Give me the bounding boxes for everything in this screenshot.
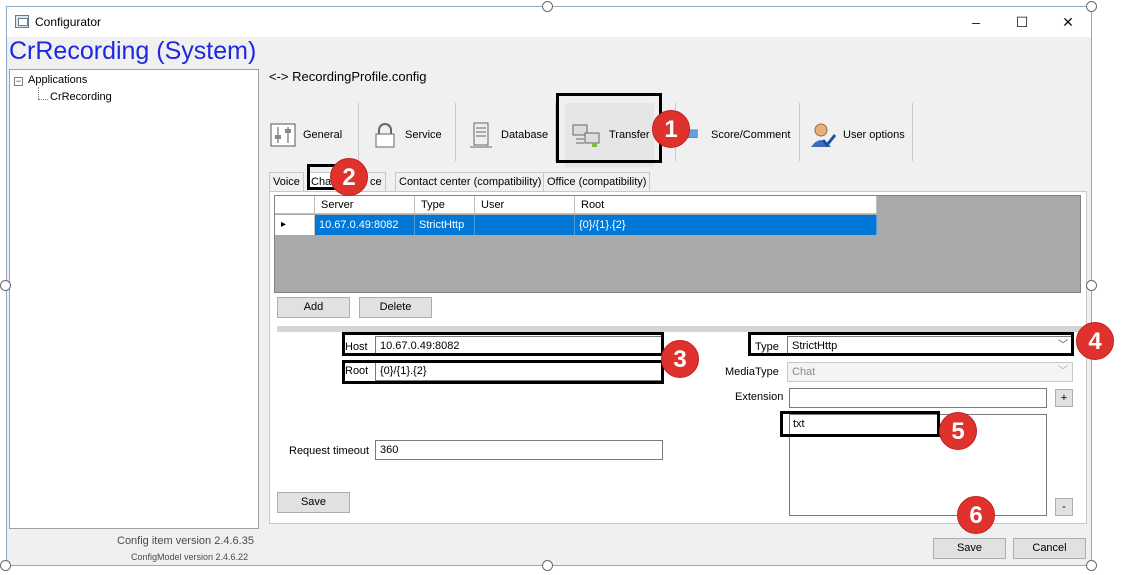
resize-handle[interactable]: [1086, 280, 1097, 291]
tab-database[interactable]: Database: [463, 103, 552, 167]
add-extension-button[interactable]: +: [1055, 389, 1073, 407]
subtab-contact-center[interactable]: Contact center (compatibility): [395, 172, 546, 192]
resize-handle[interactable]: [0, 560, 11, 571]
close-button[interactable]: ✕: [1045, 7, 1091, 37]
row-indicator-icon[interactable]: ▸: [275, 215, 315, 235]
minimize-button[interactable]: –: [953, 7, 999, 37]
extension-label: Extension: [735, 391, 784, 403]
resize-handle[interactable]: [542, 1, 553, 12]
transfer-servers-grid[interactable]: Server Type User Root ▸ 10.67.0.49:8082 …: [274, 195, 1081, 293]
highlight-box-host: [342, 332, 664, 356]
tab-separator: [799, 103, 800, 161]
tab-separator: [358, 103, 359, 161]
resize-handle[interactable]: [1086, 1, 1097, 12]
request-timeout-label: Request timeout: [289, 445, 370, 457]
tab-general[interactable]: General: [265, 103, 346, 167]
tab-user-options[interactable]: User options: [805, 103, 909, 167]
tab-label: General: [303, 129, 343, 141]
user-check-icon: [811, 123, 837, 148]
add-button[interactable]: Add: [277, 297, 350, 318]
config-model-version: ConfigModel version 2.4.6.22: [131, 552, 249, 562]
tab-separator: [455, 103, 456, 161]
tab-separator: [912, 103, 913, 161]
window-title: Configurator: [35, 15, 102, 29]
tree-node-applications[interactable]: Applications: [28, 74, 87, 86]
annotation-badge-5: 5: [939, 412, 977, 450]
media-type-select: Chat ﹀: [787, 362, 1073, 382]
grid-column-header[interactable]: Server: [315, 196, 415, 214]
delete-button[interactable]: Delete: [359, 297, 432, 318]
collapse-icon[interactable]: −: [14, 77, 23, 86]
tab-score-comment[interactable]: Score/Comment: [683, 103, 794, 167]
subtab-office[interactable]: Office (compatibility): [543, 172, 651, 192]
cancel-button[interactable]: Cancel: [1013, 538, 1086, 559]
grid-cell-server[interactable]: 10.67.0.49:8082: [315, 215, 415, 235]
annotation-badge-1: 1: [652, 110, 690, 148]
highlight-box-transfer: [556, 93, 662, 163]
subtab-voice[interactable]: Voice: [269, 172, 304, 192]
tree-connector: [38, 99, 48, 100]
grid-cell-root[interactable]: {0}/{1}.{2}: [575, 215, 877, 235]
tab-label: Database: [501, 129, 549, 141]
highlight-box-extension: [780, 411, 940, 437]
app-heading: CrRecording (System): [9, 37, 257, 65]
highlight-box-root: [342, 360, 664, 384]
annotation-badge-2: 2: [330, 158, 368, 196]
annotation-badge-3: 3: [661, 340, 699, 378]
extension-input[interactable]: [789, 388, 1047, 408]
tab-label: Service: [405, 129, 442, 141]
server-icon: [470, 122, 492, 148]
grid-cell-type[interactable]: StrictHttp: [415, 215, 475, 235]
lock-icon: [375, 123, 395, 148]
media-type-label: MediaType: [725, 366, 779, 378]
tab-label: User options: [843, 129, 905, 141]
sliders-icon: [270, 123, 296, 147]
breadcrumb: <-> RecordingProfile.config: [269, 69, 427, 84]
save-button[interactable]: Save: [933, 538, 1006, 559]
config-item-version: Config item version 2.4.6.35: [117, 535, 254, 547]
subtab-ce[interactable]: ce: [367, 172, 386, 192]
tree-node-crrecording[interactable]: CrRecording: [50, 91, 112, 103]
grid-row-header-corner: [275, 196, 315, 214]
resize-handle[interactable]: [1086, 560, 1097, 571]
highlight-box-type: [748, 332, 1074, 356]
annotation-badge-6: 6: [957, 496, 995, 534]
media-type-value: Chat: [792, 366, 816, 378]
app-icon: [15, 15, 29, 28]
maximize-button[interactable]: ☐: [999, 7, 1045, 37]
navigation-tree: − Applications CrRecording: [9, 69, 259, 529]
tab-label: Score/Comment: [711, 129, 791, 141]
grid-column-header[interactable]: Root: [575, 196, 877, 214]
remove-extension-button[interactable]: -: [1055, 498, 1073, 516]
resize-handle[interactable]: [542, 560, 553, 571]
configurator-window: Configurator – ☐ ✕ CrRecording (System) …: [6, 6, 1092, 566]
tab-service[interactable]: Service: [367, 103, 446, 167]
tree-connector: [38, 87, 39, 99]
annotation-badge-4: 4: [1076, 322, 1114, 360]
chevron-down-icon: ﹀: [1058, 366, 1068, 377]
resize-handle[interactable]: [0, 280, 11, 291]
request-timeout-input[interactable]: 360: [375, 440, 663, 460]
grid-cell-user[interactable]: [475, 215, 575, 235]
grid-column-header[interactable]: Type: [415, 196, 475, 214]
save-transfer-button[interactable]: Save: [277, 492, 350, 513]
grid-column-header[interactable]: User: [475, 196, 575, 214]
